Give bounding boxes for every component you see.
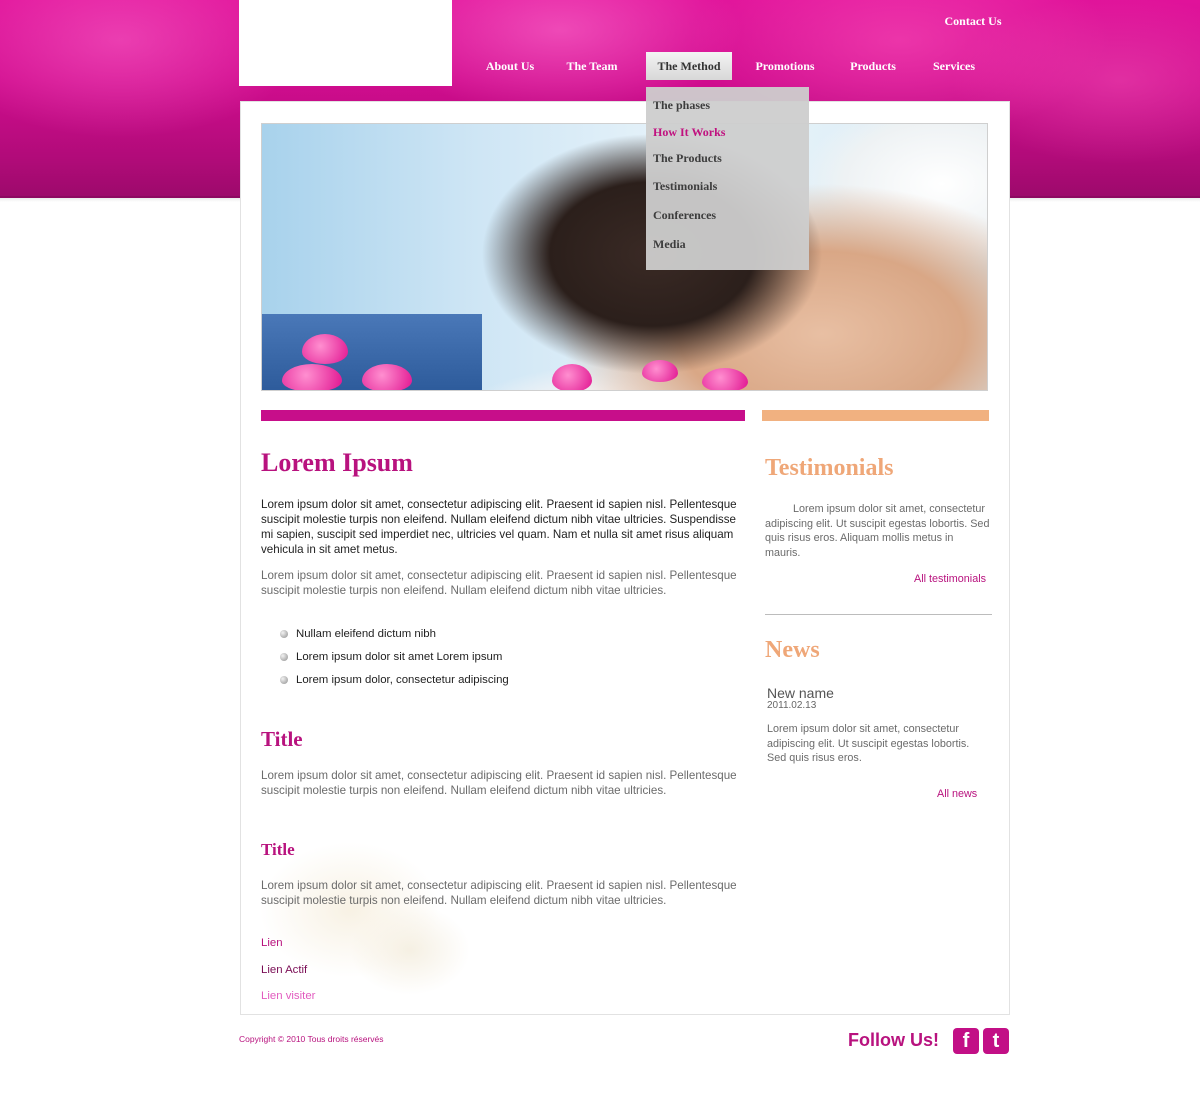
facebook-icon[interactable]: f: [953, 1028, 979, 1054]
dropdown-item-the-products[interactable]: The Products: [653, 149, 722, 167]
link-lien[interactable]: Lien: [261, 936, 283, 950]
news-item-date: 2011.02.13: [767, 700, 817, 711]
nav-item-the-team[interactable]: The Team: [556, 52, 628, 80]
nav-item-about-us[interactable]: About Us: [474, 52, 546, 80]
paragraph-1: Lorem ipsum dolor sit amet, consectetur …: [261, 569, 737, 597]
copyright-text: Copyright © 2010 Tous droits réservés: [239, 1034, 384, 1044]
main-heading: Lorem Ipsum: [261, 448, 413, 477]
petal-shape: [282, 364, 342, 390]
method-dropdown-menu: The phases How It Works The Products Tes…: [646, 87, 809, 270]
intro-paragraph: Lorem ipsum dolor sit amet, consectetur …: [261, 498, 737, 556]
nav-item-products[interactable]: Products: [840, 52, 906, 80]
petal-shape: [702, 368, 748, 390]
list-item: Lorem ipsum dolor sit amet Lorem ipsum: [280, 649, 502, 665]
news-item-text: Lorem ipsum dolor sit amet, consectetur …: [767, 723, 970, 764]
list-item-text: Nullam eleifend dictum nibh: [296, 628, 436, 640]
follow-us-label: Follow Us!: [848, 1030, 939, 1050]
nav-item-the-method[interactable]: The Method: [646, 52, 732, 80]
list-item-text: Lorem ipsum dolor sit amet Lorem ipsum: [296, 651, 503, 663]
hero-image: [261, 123, 988, 391]
petal-shape: [302, 334, 348, 364]
sidebar-divider: [765, 614, 992, 615]
nav-item-services[interactable]: Services: [924, 52, 984, 80]
dropdown-item-how-it-works[interactable]: How It Works: [653, 123, 725, 141]
petal-shape: [362, 364, 412, 390]
dropdown-item-conferences[interactable]: Conferences: [653, 206, 716, 224]
main-accent-bar: [261, 410, 745, 421]
all-testimonials-link[interactable]: All testimonials: [914, 573, 986, 585]
petal-shape: [552, 364, 592, 390]
dropdown-item-media[interactable]: Media: [653, 235, 686, 253]
link-lien-visiter[interactable]: Lien visiter: [261, 989, 315, 1003]
dropdown-item-testimonials[interactable]: Testimonials: [653, 177, 717, 195]
contact-us-link[interactable]: Contact Us: [936, 12, 1010, 30]
sidebar-accent-bar: [762, 410, 989, 421]
list-item: Nullam eleifend dictum nibh: [280, 626, 436, 642]
testimonials-heading: Testimonials: [765, 455, 894, 481]
list-item-text: Lorem ipsum dolor, consectetur adipiscin…: [296, 674, 509, 686]
list-item: Lorem ipsum dolor, consectetur adipiscin…: [280, 672, 509, 688]
news-item-title: New name: [767, 685, 834, 701]
paragraph-2: Lorem ipsum dolor sit amet, consectetur …: [261, 769, 737, 797]
news-heading: News: [765, 637, 820, 663]
all-news-link[interactable]: All news: [937, 788, 977, 800]
testimonials-text: Lorem ipsum dolor sit amet, consectetur …: [765, 503, 990, 559]
nav-item-promotions[interactable]: Promotions: [748, 52, 822, 80]
dropdown-item-the-phases[interactable]: The phases: [653, 96, 710, 114]
subsection-title: Title: [261, 840, 295, 859]
bullet-icon: [280, 676, 288, 684]
paragraph-3: Lorem ipsum dolor sit amet, consectetur …: [261, 879, 737, 907]
bullet-icon: [280, 653, 288, 661]
section-title: Title: [261, 727, 303, 751]
twitter-icon[interactable]: t: [983, 1028, 1009, 1054]
petal-shape: [642, 360, 678, 382]
logo[interactable]: [239, 0, 452, 86]
link-lien-actif[interactable]: Lien Actif: [261, 963, 307, 977]
bullet-icon: [280, 630, 288, 638]
